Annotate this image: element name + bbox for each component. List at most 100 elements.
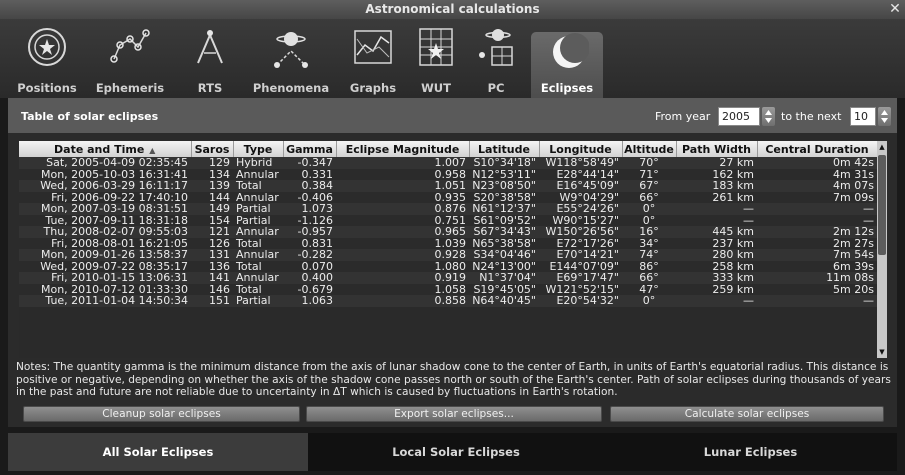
altitude-cell: 47°	[622, 283, 676, 295]
column-header-gamma[interactable]: Gamma	[283, 141, 337, 157]
tab-label: Ephemeris	[95, 81, 165, 95]
to-next-spin-button[interactable]	[878, 107, 891, 126]
longitude-cell: E20°54'32"	[539, 295, 622, 307]
central-duration-cell: 7m 09s	[757, 191, 877, 203]
table-row[interactable]: Mon, 2010-07-12 01:33:30 146 Total -0.679 1.…	[19, 283, 877, 295]
type-cell: Partial	[233, 214, 283, 226]
table-row[interactable]: Fri, 2006-09-22 17:40:10 144 Annular -0.406…	[19, 191, 877, 203]
latitude-cell: S20°38'58"	[469, 191, 539, 203]
table-row[interactable]: Thu, 2008-02-07 09:55:03 121 Annular -0.957…	[19, 226, 877, 238]
table-row[interactable]: Mon, 2007-03-19 08:31:51 149 Partial 1.073 0…	[19, 203, 877, 215]
eclipses-panel: Table of solar eclipses From year 2005 t…	[8, 98, 897, 427]
magnitude-cell: 0.751	[336, 214, 469, 226]
gamma-cell: -0.347	[283, 157, 336, 169]
longitude-cell: W90°15'27"	[539, 214, 622, 226]
close-icon[interactable]: ✕	[888, 0, 902, 19]
table-row[interactable]: Fri, 2008-08-01 16:21:05 126 Total 0.831 1.0…	[19, 237, 877, 249]
tab-graphs[interactable]: Graphs	[342, 25, 404, 98]
tab-label: Graphs	[349, 81, 397, 95]
from-year-input[interactable]: 2005	[718, 107, 760, 126]
tab-pc[interactable]: PC	[470, 25, 522, 98]
tab-lunar-eclipses[interactable]: Lunar Eclipses	[604, 433, 897, 471]
gamma-cell: 0.400	[283, 272, 336, 284]
to-next-input[interactable]: 10	[850, 107, 876, 126]
latitude-cell: N61°12'37"	[469, 203, 539, 215]
latitude-cell: N64°40'45"	[469, 295, 539, 307]
tab-eclipses[interactable]: Eclipses	[531, 32, 603, 98]
latitude-cell: N12°53'11"	[469, 168, 539, 180]
table-row[interactable]: Fri, 2010-01-15 13:06:31 141 Annular 0.400 0…	[19, 272, 877, 284]
central-duration-cell: —	[757, 203, 877, 215]
central-duration-cell: 0m 42s	[757, 157, 877, 169]
tab-local-solar-eclipses[interactable]: Local Solar Eclipses	[308, 433, 604, 471]
scrollbar-thumb[interactable]	[878, 155, 886, 255]
altitude-cell: 74°	[622, 249, 676, 261]
saros-cell: 141	[191, 272, 233, 284]
path-width-cell: —	[676, 214, 757, 226]
gamma-cell: -1.126	[283, 214, 336, 226]
column-header-longitude[interactable]: Longitude	[539, 141, 623, 157]
date-time-cell: Fri, 2010-01-15 13:06:31	[19, 272, 191, 284]
type-cell: Partial	[233, 203, 283, 215]
column-header-latitude[interactable]: Latitude	[469, 141, 540, 157]
table-row[interactable]: Tue, 2011-01-04 14:50:34 151 Partial 1.063 0…	[19, 295, 877, 307]
gamma-cell: 0.331	[283, 168, 336, 180]
altitude-cell: 66°	[622, 191, 676, 203]
type-cell: Total	[233, 180, 283, 192]
central-duration-cell: 2m 12s	[757, 226, 877, 238]
table-row[interactable]: Sat, 2005-04-09 02:35:45 129 Hybrid -0.347 1…	[19, 157, 877, 169]
magnitude-cell: 1.007	[336, 157, 469, 169]
column-header-eclipse-magnitude[interactable]: Eclipse Magnitude	[336, 141, 470, 157]
type-cell: Annular	[233, 168, 283, 180]
export-solar-eclipses-button[interactable]: Export solar eclipses...	[306, 406, 602, 422]
gamma-cell: -0.957	[283, 226, 336, 238]
date-time-cell: Tue, 2007-09-11 18:31:18	[19, 214, 191, 226]
type-cell: Hybrid	[233, 157, 283, 169]
tab-all-solar-eclipses[interactable]: All Solar Eclipses	[8, 433, 308, 471]
table-vertical-scrollbar[interactable]: ▲ ▼	[877, 141, 887, 358]
tab-ephemeris[interactable]: Ephemeris	[88, 25, 172, 98]
column-header-saros[interactable]: Saros	[191, 141, 234, 157]
tab-phenomena[interactable]: Phenomena	[248, 25, 334, 98]
cleanup-solar-eclipses-button[interactable]: Cleanup solar eclipses	[23, 406, 300, 422]
category-tab-bar: Positions Ephemeris RTS Phenomena Graphs…	[0, 19, 905, 98]
column-header-central-duration[interactable]: Central Duration	[757, 141, 878, 157]
table-row[interactable]: Mon, 2009-01-26 13:58:37 131 Annular -0.282…	[19, 249, 877, 261]
tab-label: PC	[487, 81, 505, 95]
table-row[interactable]: Mon, 2005-10-03 16:31:41 134 Annular 0.331 0…	[19, 168, 877, 180]
column-header-path-width[interactable]: Path Width	[676, 141, 758, 157]
panel-title: Table of solar eclipses	[21, 110, 159, 123]
latitude-cell: N1°37'04"	[469, 272, 539, 284]
scroll-down-icon[interactable]: ▼	[877, 346, 887, 358]
saros-cell: 134	[191, 168, 233, 180]
column-header-date-and-time[interactable]: Date and Time ▲	[19, 141, 192, 157]
latitude-cell: N24°13'00"	[469, 260, 539, 272]
table-row[interactable]: Tue, 2007-09-11 18:31:18 154 Partial -1.126…	[19, 214, 877, 226]
table-row[interactable]: Wed, 2009-07-22 08:35:17 136 Total 0.070 1.0…	[19, 260, 877, 272]
longitude-cell: W9°04'29"	[539, 191, 622, 203]
altitude-cell: 0°	[622, 203, 676, 215]
longitude-cell: E72°17'26"	[539, 237, 622, 249]
tab-positions[interactable]: Positions	[12, 25, 82, 98]
saros-cell: 144	[191, 191, 233, 203]
astronomical-calculations-window: Astronomical calculations ✕ Positions Ep…	[0, 0, 905, 475]
from-year-spin-button[interactable]	[762, 107, 775, 126]
scroll-up-icon[interactable]: ▲	[877, 141, 887, 153]
magnitude-cell: 0.876	[336, 203, 469, 215]
path-width-cell: 333 km	[676, 272, 757, 284]
tab-label: Phenomena	[252, 81, 330, 95]
tab-rts[interactable]: RTS	[180, 25, 240, 98]
calculate-solar-eclipses-button[interactable]: Calculate solar eclipses	[610, 406, 884, 422]
path-width-cell: —	[676, 203, 757, 215]
tab-wut[interactable]: WUT	[410, 25, 462, 98]
date-time-cell: Wed, 2006-03-29 16:11:17	[19, 180, 191, 192]
path-width-cell: 261 km	[676, 191, 757, 203]
type-cell: Annular	[233, 226, 283, 238]
central-duration-cell: —	[757, 214, 877, 226]
from-year-label: From year	[655, 110, 711, 123]
column-header-type[interactable]: Type	[233, 141, 284, 157]
gamma-cell: 1.073	[283, 203, 336, 215]
table-row[interactable]: Wed, 2006-03-29 16:11:17 139 Total 0.384 1.0…	[19, 180, 877, 192]
column-header-altitude[interactable]: Altitude	[622, 141, 677, 157]
altitude-cell: 16°	[622, 226, 676, 238]
